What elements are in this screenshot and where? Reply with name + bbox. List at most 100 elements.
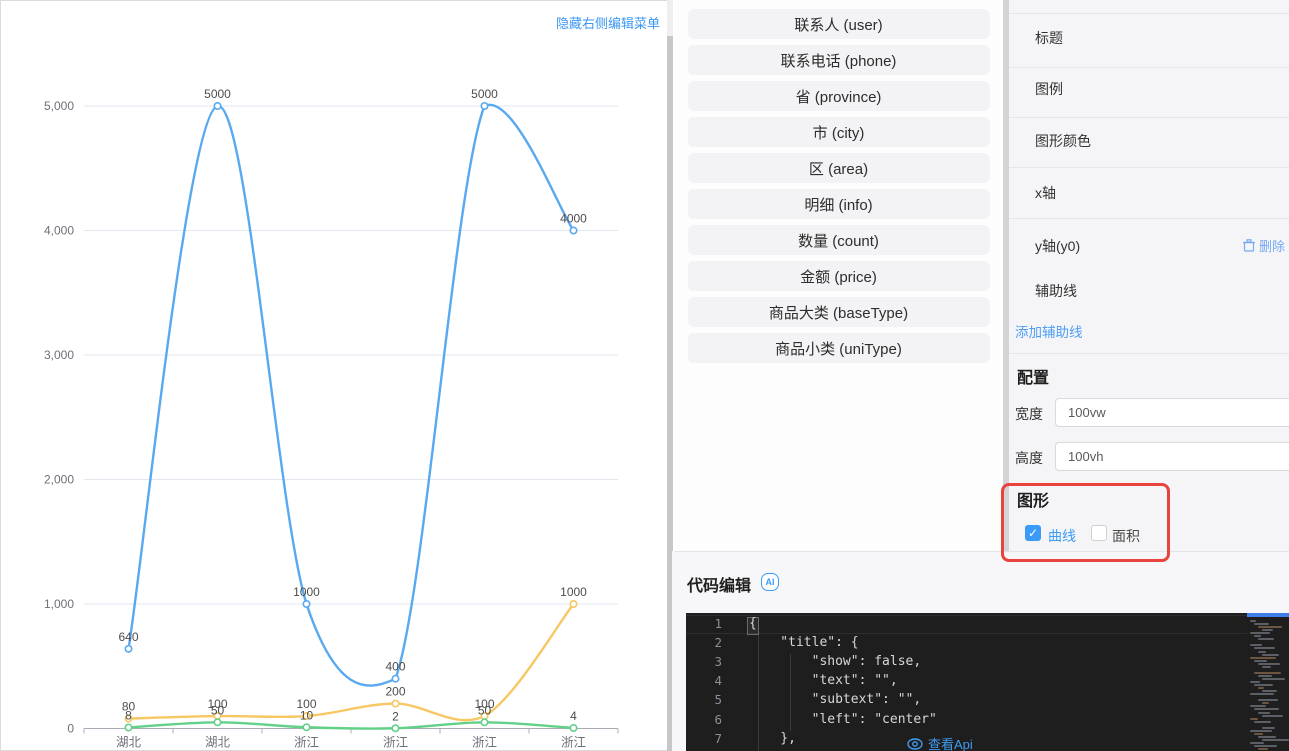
- minimap-line: [1250, 620, 1256, 622]
- data-point-label: 640: [118, 630, 138, 644]
- minimap-line: [1258, 626, 1282, 629]
- settings-panel: 标题 图例 图形颜色 x轴 y轴(y0) 辅助线 删除 添加辅助线 配置 宽度 …: [1009, 0, 1289, 551]
- ai-badge-icon[interactable]: AI: [761, 573, 779, 591]
- y-axis-tick-label: 0: [67, 722, 74, 736]
- minimap-line: [1254, 684, 1273, 687]
- field-pill[interactable]: 区 (area): [687, 153, 990, 183]
- line-series: [127, 721, 575, 730]
- divider: [1009, 67, 1289, 68]
- field-pill[interactable]: 联系电话 (phone): [687, 45, 990, 75]
- field-pill[interactable]: 金额 (price): [687, 261, 990, 291]
- data-point-marker: [391, 699, 400, 708]
- x-axis-category-label: 湖北: [116, 735, 142, 750]
- panel-row-title[interactable]: 标题: [1035, 28, 1063, 48]
- minimap-line: [1258, 650, 1266, 653]
- area-checkbox-label[interactable]: 面积: [1112, 526, 1140, 546]
- field-pill[interactable]: 联系人 (user): [687, 9, 990, 39]
- minimap-line: [1258, 748, 1268, 751]
- minimap-line: [1262, 677, 1285, 680]
- code-edit-heading: 代码编辑: [687, 578, 752, 595]
- data-point-label: 1000: [560, 585, 587, 599]
- minimap-line: [1254, 745, 1277, 748]
- data-point-label: 4000: [560, 212, 587, 226]
- field-pill[interactable]: 明细 (info): [687, 189, 990, 219]
- minimap-line: [1262, 653, 1279, 656]
- field-pill[interactable]: 数量 (count): [687, 225, 990, 255]
- code-text: },: [749, 730, 796, 746]
- minimap-line: [1254, 671, 1281, 674]
- data-point-label: 50: [478, 703, 492, 717]
- curve-checkbox[interactable]: ✓: [1025, 525, 1041, 541]
- delete-y-axis-link[interactable]: 删除: [1243, 236, 1285, 255]
- code-editor[interactable]: 1{2 "title": {3 "show": false, 4 "text": …: [686, 613, 1289, 751]
- x-axis-category-label: 浙江: [561, 735, 586, 750]
- minimap[interactable]: [1247, 613, 1289, 751]
- y-axis-tick-label: 1,000: [44, 597, 74, 611]
- data-point-marker: [569, 599, 578, 608]
- line-number: 2: [714, 634, 722, 650]
- panel-row-aux-line[interactable]: 辅助线: [1035, 281, 1077, 301]
- data-point-label: 2: [392, 709, 399, 723]
- divider: [1009, 167, 1289, 168]
- data-point-label: 10: [300, 708, 314, 722]
- field-pill[interactable]: 市 (city): [687, 117, 990, 147]
- area-checkbox[interactable]: [1091, 525, 1107, 541]
- width-input[interactable]: [1055, 398, 1289, 427]
- data-point-marker: [302, 723, 311, 732]
- minimap-line: [1254, 635, 1261, 638]
- line-number: 6: [714, 711, 722, 727]
- data-point-marker: [124, 644, 133, 653]
- minimap-line: [1258, 735, 1276, 738]
- y-axis-tick-label: 5,000: [44, 99, 74, 113]
- field-pill[interactable]: 商品小类 (uniType): [687, 333, 990, 363]
- minimap-line: [1250, 656, 1276, 659]
- data-point-marker: [569, 226, 578, 235]
- data-point-marker: [391, 674, 400, 683]
- minimap-line: [1258, 662, 1280, 665]
- panel-row-legend[interactable]: 图例: [1035, 79, 1063, 99]
- data-point-label: 4: [570, 709, 577, 723]
- minimap-line: [1250, 681, 1260, 683]
- divider: [1009, 13, 1289, 14]
- chart-panel: 0 1,000 2,000 3,000 4,000 5,000 湖北 湖北 浙江 浙江 浙江 浙江 64…: [0, 0, 670, 751]
- graphic-heading: 图形: [1017, 493, 1050, 510]
- data-point-label: 400: [385, 660, 405, 674]
- divider: [1009, 353, 1289, 354]
- minimap-line: [1254, 708, 1279, 711]
- line-series: [127, 602, 575, 722]
- minimap-line: [1254, 659, 1267, 662]
- data-point-marker: [213, 102, 222, 111]
- view-api-label: 查看Api: [928, 737, 973, 751]
- code-line: 2 "title": {: [686, 635, 1289, 654]
- data-point-label: 8: [125, 709, 132, 723]
- code-line: 6 "left": "center": [686, 712, 1289, 731]
- field-pill[interactable]: 商品大类 (baseType): [687, 297, 990, 327]
- curve-checkbox-label[interactable]: 曲线: [1048, 526, 1076, 546]
- add-aux-line-link[interactable]: 添加辅助线: [1015, 321, 1083, 341]
- minimap-line: [1262, 702, 1269, 705]
- minimap-line: [1258, 699, 1278, 702]
- view-api-link[interactable]: 查看Api: [907, 734, 973, 751]
- hide-right-menu-link[interactable]: 隐藏右侧编辑菜单: [556, 13, 660, 32]
- minimap-line: [1258, 711, 1270, 714]
- code-text: "show": false,: [749, 653, 922, 669]
- data-point-marker: [480, 718, 489, 727]
- line-number: 4: [714, 673, 722, 689]
- data-point-marker: [213, 718, 222, 727]
- minimap-slider[interactable]: [1247, 613, 1289, 617]
- panel-row-x-axis[interactable]: x轴: [1035, 183, 1056, 203]
- panel-row-graph-color[interactable]: 图形颜色: [1035, 131, 1091, 151]
- field-pill[interactable]: 省 (province): [687, 81, 990, 111]
- minimap-line: [1262, 738, 1289, 741]
- data-point-marker: [302, 599, 311, 608]
- line-chart: 0 1,000 2,000 3,000 4,000 5,000 湖北 湖北 浙江 浙江 浙江 浙江 64…: [44, 87, 619, 750]
- line-number: 1: [714, 615, 722, 631]
- line-number: 3: [714, 653, 722, 669]
- config-heading: 配置: [1017, 370, 1050, 387]
- height-input[interactable]: [1055, 442, 1289, 471]
- minimap-line: [1250, 742, 1264, 744]
- data-point-label: 50: [211, 703, 225, 717]
- field-list: 联系人 (user) 联系电话 (phone) 省 (province) 市 (cit…: [674, 0, 1003, 551]
- panel-row-y-axis[interactable]: y轴(y0): [1035, 236, 1080, 256]
- minimap-line: [1262, 665, 1271, 668]
